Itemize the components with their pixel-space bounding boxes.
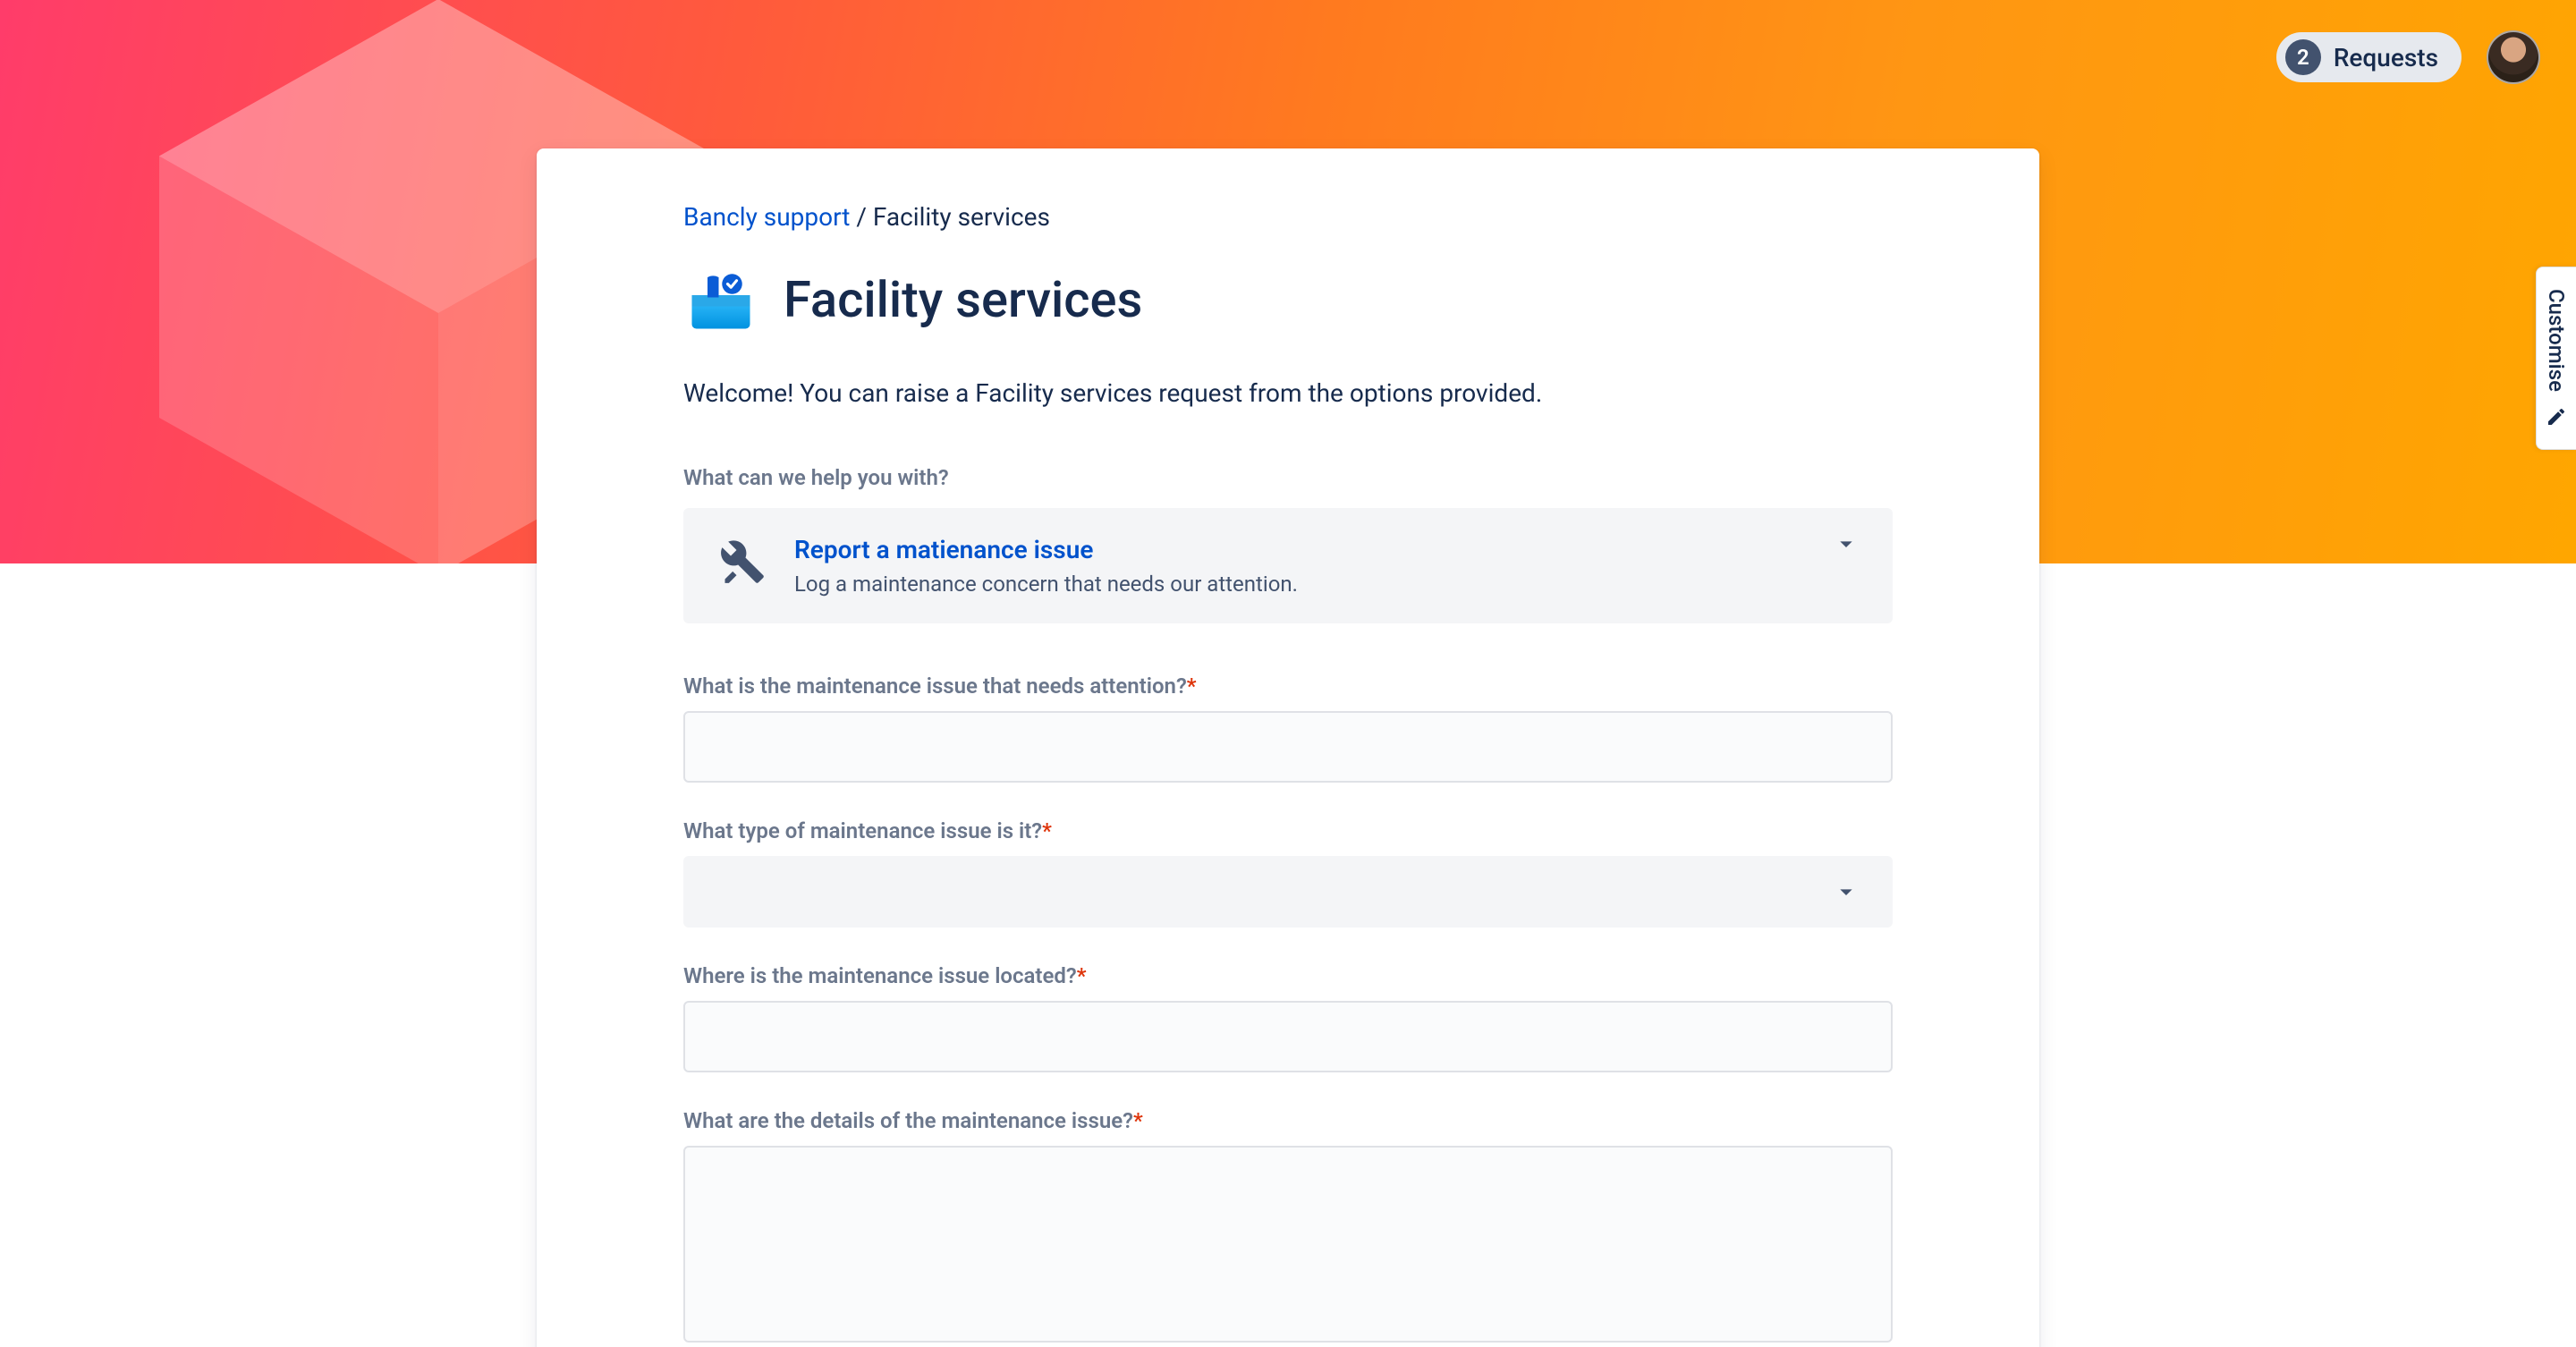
requests-count-badge: 2 — [2285, 39, 2321, 75]
pencil-icon — [2546, 406, 2567, 428]
request-type-title: Report a matienance issue — [794, 535, 1857, 564]
help-prompt-label: What can we help you with? — [683, 465, 1893, 490]
field-label-text: What are the details of the maintenance … — [683, 1108, 1133, 1133]
requests-button[interactable]: 2 Requests — [2276, 32, 2462, 82]
required-marker: * — [1133, 1108, 1143, 1133]
required-marker: * — [1187, 674, 1197, 699]
field-label-text: Where is the maintenance issue located? — [683, 963, 1077, 988]
issue-location-input[interactable] — [683, 1001, 1893, 1072]
field-label-issue-details: What are the details of the maintenance … — [683, 1108, 1893, 1133]
issue-summary-input[interactable] — [683, 711, 1893, 783]
field-issue-location: Where is the maintenance issue located?* — [683, 963, 1893, 1072]
facility-services-icon — [683, 264, 758, 335]
avatar[interactable] — [2487, 30, 2540, 84]
field-issue-type: What type of maintenance issue is it?* — [683, 818, 1893, 928]
breadcrumb-current: Facility services — [873, 202, 1050, 232]
requests-label: Requests — [2334, 43, 2438, 72]
field-label-issue-summary: What is the maintenance issue that needs… — [683, 674, 1893, 699]
breadcrumb-root-link[interactable]: Bancly support — [683, 202, 850, 232]
request-type-selector[interactable]: Report a matienance issue Log a maintena… — [683, 508, 1893, 623]
breadcrumb: Bancly support / Facility services — [683, 202, 1893, 232]
field-label-issue-type: What type of maintenance issue is it?* — [683, 818, 1893, 843]
portal-card: Bancly support / Facility services Facil… — [537, 148, 2039, 1347]
request-type-description: Log a maintenance concern that needs our… — [794, 572, 1857, 597]
field-label-issue-location: Where is the maintenance issue located?* — [683, 963, 1893, 988]
field-label-text: What type of maintenance issue is it? — [683, 818, 1042, 843]
chevron-down-icon — [1832, 529, 1860, 558]
customise-tab[interactable]: Customise — [2536, 267, 2576, 450]
field-issue-summary: What is the maintenance issue that needs… — [683, 674, 1893, 783]
wrench-screwdriver-icon — [719, 538, 766, 585]
issue-type-select[interactable] — [683, 856, 1893, 928]
breadcrumb-separator: / — [850, 202, 872, 232]
chevron-down-icon — [1832, 877, 1860, 906]
page-title: Facility services — [784, 270, 1142, 329]
customise-label: Customise — [2544, 289, 2569, 392]
required-marker: * — [1042, 818, 1052, 843]
welcome-text: Welcome! You can raise a Facility servic… — [683, 378, 1893, 408]
top-right-bar: 2 Requests — [2276, 30, 2540, 84]
required-marker: * — [1077, 963, 1087, 988]
field-issue-details: What are the details of the maintenance … — [683, 1108, 1893, 1346]
title-row: Facility services — [683, 264, 1893, 335]
issue-details-textarea[interactable] — [683, 1146, 1893, 1343]
field-label-text: What is the maintenance issue that needs… — [683, 674, 1187, 699]
